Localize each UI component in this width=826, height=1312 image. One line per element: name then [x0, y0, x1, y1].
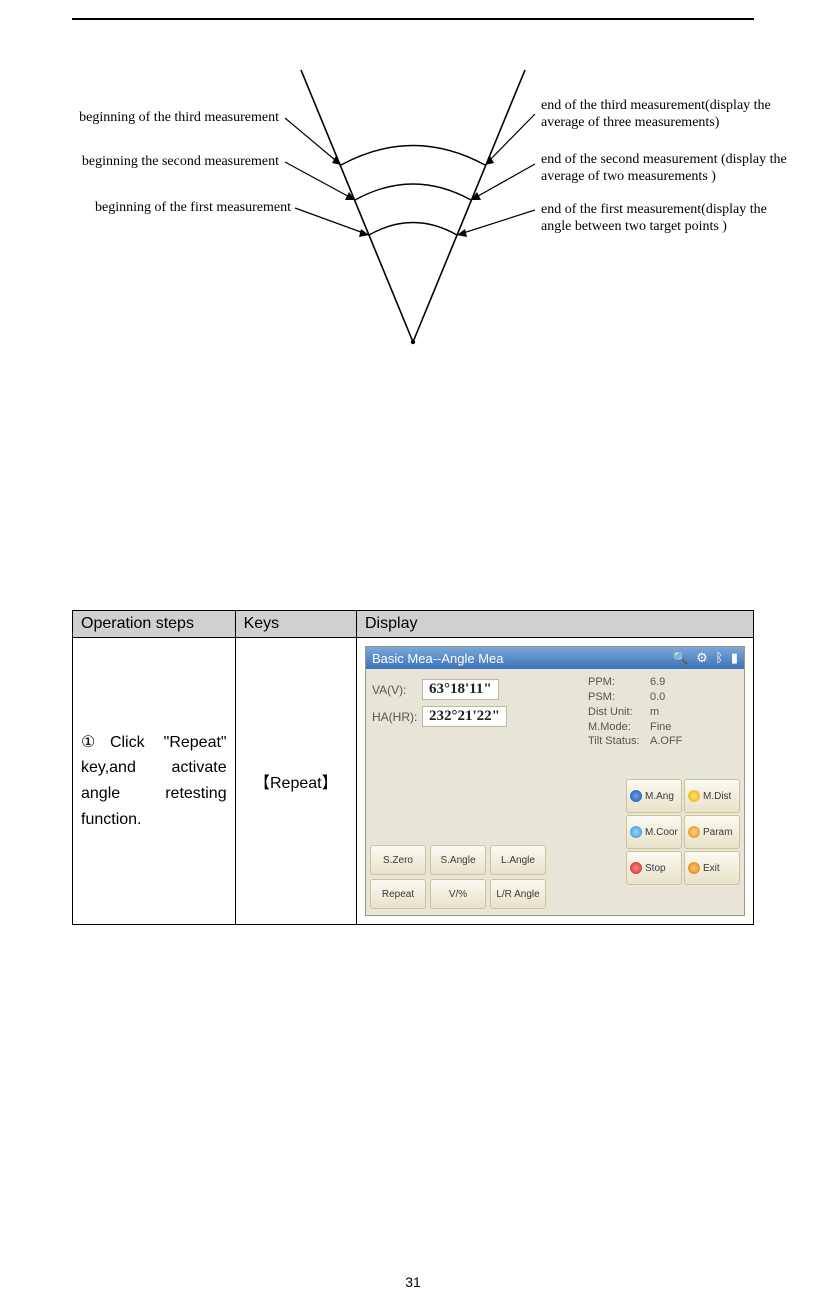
cell-display-1: Basic Mea--Angle Mea 🔍 ⚙ ᛒ ▮ VA(V):: [357, 638, 754, 925]
mang-button[interactable]: M.Ang: [626, 779, 682, 813]
bluetooth-icon: ᛒ: [715, 650, 723, 665]
device-screenshot: Basic Mea--Angle Mea 🔍 ⚙ ᛒ ▮ VA(V):: [365, 646, 745, 916]
angle-readouts: VA(V): 63°18'11" HA(HR): 232°21'22": [372, 679, 507, 733]
mmode-label: M.Mode:: [588, 720, 650, 735]
gear-icon: ⚙: [696, 650, 708, 666]
sangle-button[interactable]: S.Angle: [430, 845, 486, 875]
th-keys: Keys: [235, 611, 356, 638]
mcoor-button[interactable]: M.Coor: [626, 815, 682, 849]
ppm-value: 6.9: [650, 676, 665, 688]
distunit-label: Dist Unit:: [588, 705, 650, 720]
va-label: VA(V):: [372, 683, 422, 697]
param-button[interactable]: Param: [684, 815, 740, 849]
stop-label: Stop: [645, 863, 666, 874]
fig-left-second: beginning the second measurement: [82, 154, 279, 170]
fig-left-first: beginning of the first measurement: [95, 200, 291, 216]
th-display: Display: [357, 611, 754, 638]
ha-label: HA(HR):: [372, 710, 422, 724]
mcoor-label: M.Coor: [645, 827, 678, 838]
psm-label: PSM:: [588, 690, 650, 705]
exit-button[interactable]: Exit: [684, 851, 740, 885]
mdist-button[interactable]: M.Dist: [684, 779, 740, 813]
mang-label: M.Ang: [645, 791, 674, 802]
lrangle-button[interactable]: L/R Angle: [490, 879, 546, 909]
distunit-value: m: [650, 706, 659, 718]
mdist-label: M.Dist: [703, 791, 731, 802]
page-number: 31: [0, 1274, 826, 1290]
th-operation: Operation steps: [73, 611, 236, 638]
fig-right-third: end of the third measurement(display the…: [541, 98, 791, 132]
exit-label: Exit: [703, 863, 720, 874]
langle-button[interactable]: L.Angle: [490, 845, 546, 875]
search-icon: 🔍: [672, 650, 688, 666]
repeat-button[interactable]: Repeat: [370, 879, 426, 909]
psm-value: 0.0: [650, 691, 665, 703]
stop-button[interactable]: Stop: [626, 851, 682, 885]
titlebar-icons: 🔍 ⚙ ᛒ ▮: [668, 650, 738, 666]
cell-keys-1: 【Repeat】: [235, 638, 356, 925]
device-properties: PPM:6.9 PSM:0.0 Dist Unit:m M.Mode:Fine …: [588, 675, 682, 749]
ha-value: 232°21'22": [422, 706, 507, 727]
va-value: 63°18'11": [422, 679, 499, 700]
fig-right-first: end of the first measurement(display the…: [541, 202, 791, 236]
steps-table: Operation steps Keys Display ①Click "Rep…: [72, 610, 754, 925]
mmode-value: Fine: [650, 721, 671, 733]
measurement-diagram: beginning of the third measurement begin…: [103, 50, 723, 350]
ppm-label: PPM:: [588, 675, 650, 690]
tilt-value: A.OFF: [650, 735, 682, 747]
cell-op-1: ①Click "Repeat" key,and activate angle r…: [73, 638, 236, 925]
device-titlebar: Basic Mea--Angle Mea 🔍 ⚙ ᛒ ▮: [366, 647, 744, 669]
szero-button[interactable]: S.Zero: [370, 845, 426, 875]
device-title: Basic Mea--Angle Mea: [372, 651, 504, 666]
param-label: Param: [703, 827, 732, 838]
top-rule: [72, 18, 754, 20]
tilt-label: Tilt Status:: [588, 734, 650, 749]
fig-left-third: beginning of the third measurement: [79, 110, 279, 126]
battery-icon: ▮: [731, 650, 738, 666]
fig-right-second: end of the second measurement (display t…: [541, 152, 791, 186]
vpct-button[interactable]: V/%: [430, 879, 486, 909]
